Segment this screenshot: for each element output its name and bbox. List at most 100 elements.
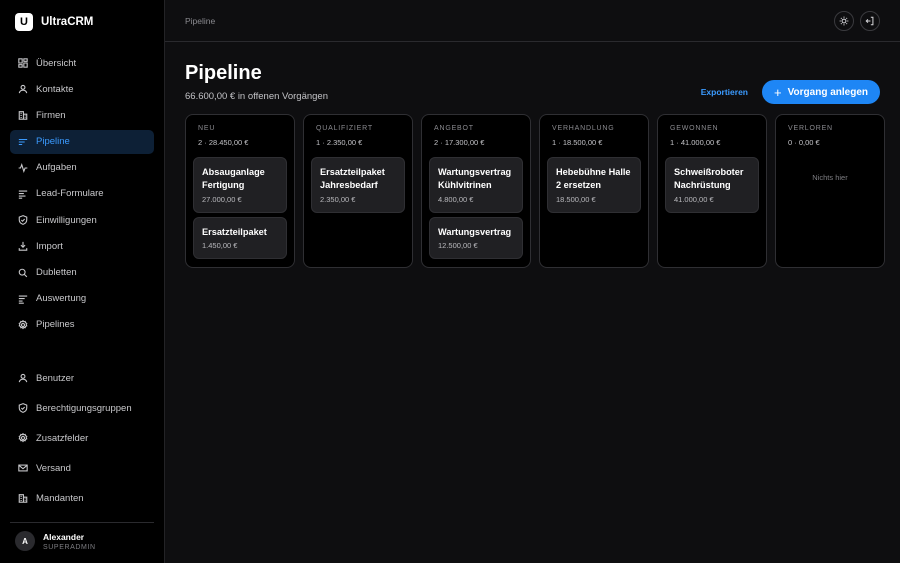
shield-check-icon — [18, 215, 28, 226]
deal-title: Hebebühne Halle 2 ersetzen — [556, 167, 631, 191]
logout-button[interactable] — [860, 10, 880, 31]
column-stats: 2 · 17.300,00 € — [434, 138, 485, 147]
create-deal-button[interactable]: + Vorgang anlegen — [762, 80, 880, 104]
breadcrumb[interactable]: Pipeline — [185, 16, 215, 26]
deal-card[interactable]: Wartungsvertrag 12.500,00 € — [429, 216, 523, 260]
avatar: A — [15, 531, 35, 551]
sidebar-item-dubletten[interactable]: Dubletten — [10, 261, 154, 285]
user-role: SUPERADMIN — [43, 543, 96, 551]
sidebar-item-mandanten[interactable]: Mandanten — [10, 486, 154, 510]
deal-value: 27.000,00 € — [202, 194, 242, 204]
sidebar-item-auswertung[interactable]: Auswertung — [10, 287, 154, 311]
column-title: GEWONNEN — [670, 125, 719, 132]
gear-icon — [18, 433, 28, 443]
pipeline-column: ANGEBOT 2 · 17.300,00 € Wartungsvertrag Kü… — [421, 114, 531, 268]
deal-card[interactable]: Hebebühne Halle 2 ersetzen 18.500,00 € — [547, 157, 641, 213]
brand[interactable]: U UltraCRM — [0, 0, 164, 44]
logout-icon — [865, 16, 874, 25]
deal-card[interactable]: Ersatzteilpaket 1.450,00 € — [193, 216, 287, 260]
sidebar-item-pipelines[interactable]: Pipelines — [10, 313, 154, 337]
topbar: Pipeline — [165, 0, 900, 42]
deal-title: Wartungsvertrag — [438, 226, 512, 237]
page-subtitle: 66.600,00 € in offenen Vorgängen — [185, 91, 328, 102]
pipeline-icon — [18, 138, 28, 145]
theme-toggle-button[interactable] — [834, 10, 854, 31]
brand-name: UltraCRM — [41, 16, 94, 28]
app-shell: U UltraCRM Übersicht Kontakte Firmen Pipeli… — [0, 0, 900, 563]
pipeline-column: NEU 2 · 28.450,00 € Absauganlage Fertigung… — [185, 114, 295, 268]
form-icon — [18, 190, 28, 199]
search-icon — [18, 268, 28, 277]
page-title: Pipeline — [185, 62, 262, 84]
deal-value: 41.000,00 € — [674, 194, 714, 204]
sidebar-item-label: Pipelines — [36, 319, 75, 331]
sidebar-item-benutzer[interactable]: Benutzer — [10, 366, 154, 390]
column-title: VERHANDLUNG — [552, 125, 615, 132]
column-stats: 1 · 41.000,00 € — [670, 138, 721, 147]
deal-title: Schweißroboter Nachrüstung — [674, 167, 744, 191]
sidebar-item-label: Mandanten — [36, 492, 84, 504]
deal-title: Wartungsvertrag Kühlvitrinen — [438, 167, 512, 191]
sidebar-item-label: Übersicht — [36, 57, 77, 69]
deal-value: 4.800,00 € — [438, 194, 474, 204]
top-actions — [834, 10, 880, 31]
deal-value: 12.500,00 € — [438, 241, 478, 251]
sun-icon — [839, 16, 849, 25]
sidebar-item-firmen[interactable]: Firmen — [10, 103, 154, 127]
gear-icon — [18, 319, 28, 330]
user-icon — [18, 373, 28, 383]
column-title: NEU — [198, 125, 216, 132]
sidebar: U UltraCRM Übersicht Kontakte Firmen Pipeli… — [0, 0, 165, 563]
sidebar-item-aufgaben[interactable]: Aufgaben — [10, 156, 154, 180]
header-actions: Exportieren + Vorgang anlegen — [701, 80, 880, 104]
deal-title: Ersatzteilpaket Jahresbedarf — [320, 167, 385, 191]
sidebar-item-versand[interactable]: Versand — [10, 456, 154, 480]
main-nav: Übersicht Kontakte Firmen Pipeline Aufgaben L… — [0, 51, 164, 339]
brand-logo: U — [15, 13, 33, 31]
column-stats: 1 · 2.350,00 € — [316, 138, 363, 147]
user-icon — [18, 85, 28, 94]
deal-value: 2.350,00 € — [320, 194, 356, 204]
deal-card[interactable]: Wartungsvertrag Kühlvitrinen 4.800,00 € — [429, 157, 523, 213]
sidebar-item-label: Aufgaben — [36, 162, 77, 174]
sidebar-item-import[interactable]: Import — [10, 234, 154, 258]
pipeline-board: NEU 2 · 28.450,00 € Absauganlage Fertigung… — [185, 114, 885, 268]
deal-card[interactable]: Absauganlage Fertigung 27.000,00 € — [193, 157, 287, 213]
sidebar-item-pipeline[interactable]: Pipeline — [10, 129, 154, 154]
sidebar-item-lead-formulare[interactable]: Lead-Formulare — [10, 182, 154, 206]
column-stats: 2 · 28.450,00 € — [198, 138, 249, 147]
column-stats: 0 · 0,00 € — [788, 138, 820, 147]
column-title: VERLOREN — [788, 125, 833, 132]
user-profile[interactable]: A Alexander SUPERADMIN — [10, 522, 154, 551]
pipeline-column: QUALIFIZIERT 1 · 2.350,00 € Ersatzteilpake… — [303, 114, 413, 268]
deal-title: Ersatzteilpaket — [202, 226, 267, 237]
page-header: Pipeline 66.600,00 € in offenen Vorgänge… — [185, 62, 328, 102]
sidebar-item-label: Einwilligungen — [36, 214, 97, 226]
dashboard-icon — [18, 58, 28, 68]
sidebar-item-kontakte[interactable]: Kontakte — [10, 77, 154, 101]
activity-icon — [18, 162, 28, 173]
import-icon — [18, 242, 28, 252]
empty-state: Nichts hier — [812, 173, 848, 182]
deal-value: 1.450,00 € — [202, 241, 238, 251]
admin-nav: Benutzer Berechtigungsgruppen Zusatzfelder… — [0, 366, 164, 516]
main-content: Pipeline Pipeline 66.600,00 € in offenen… — [165, 0, 900, 563]
export-button[interactable]: Exportieren — [701, 87, 748, 97]
pipeline-column: VERLOREN 0 · 0,00 € Nichts hier — [775, 114, 885, 268]
sidebar-item-label: Import — [36, 240, 63, 252]
sidebar-item-berechtigungsgruppen[interactable]: Berechtigungsgruppen — [10, 396, 154, 420]
column-title: ANGEBOT — [434, 125, 474, 132]
deal-card[interactable]: Schweißroboter Nachrüstung 41.000,00 € — [665, 157, 759, 213]
user-info: Alexander SUPERADMIN — [43, 532, 96, 551]
sidebar-item-label: Dubletten — [36, 267, 77, 278]
deal-card[interactable]: Ersatzteilpaket Jahresbedarf 2.350,00 € — [311, 157, 405, 213]
sidebar-item-einwilligungen[interactable]: Einwilligungen — [10, 208, 154, 232]
sidebar-item-übersicht[interactable]: Übersicht — [10, 51, 154, 75]
sidebar-item-label: Pipeline — [36, 136, 70, 148]
sidebar-item-zusatzfelder[interactable]: Zusatzfelder — [10, 426, 154, 450]
building-icon — [18, 111, 28, 121]
sidebar-item-label: Auswertung — [36, 293, 87, 305]
mail-icon — [18, 464, 28, 472]
report-icon — [18, 295, 28, 304]
building-icon — [18, 494, 28, 503]
